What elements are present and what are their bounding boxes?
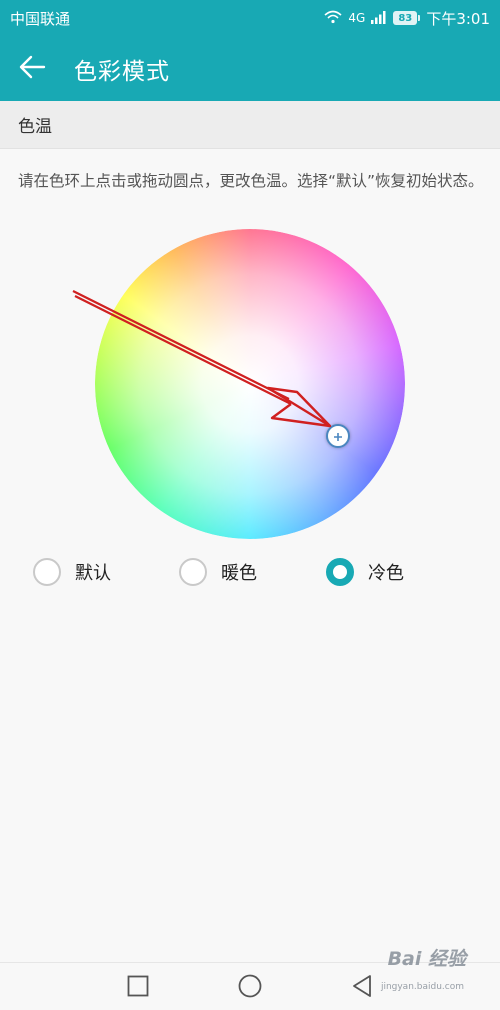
option-warm[interactable]: 暖色 <box>179 552 257 592</box>
color-temperature-handle[interactable] <box>326 424 350 448</box>
recents-button[interactable] <box>126 975 150 1001</box>
battery-level: 83 <box>393 11 418 25</box>
status-bar: 中国联通 4G 83 下午3:01 <box>0 0 500 36</box>
home-button[interactable] <box>238 974 262 1002</box>
triangle-back-icon <box>350 974 374 1002</box>
watermark-brand: Bai 经验 <box>387 948 466 970</box>
section-title: 色温 <box>18 117 52 137</box>
app-bar: 色彩模式 <box>0 36 500 101</box>
option-cool[interactable]: 冷色 <box>326 552 404 592</box>
arrow-left-icon <box>18 53 46 85</box>
section-header: 色温 <box>0 101 500 149</box>
option-label-warm: 暖色 <box>221 563 257 584</box>
back-button[interactable] <box>0 36 64 101</box>
radio-cool[interactable] <box>326 558 354 586</box>
watermark-url: jingyan.baidu.com <box>380 982 464 992</box>
battery-icon: 83 <box>393 11 421 25</box>
radio-default[interactable] <box>33 558 61 586</box>
status-icons: 4G 83 下午3:01 <box>324 8 490 29</box>
radio-warm[interactable] <box>179 558 207 586</box>
option-label-default: 默认 <box>75 563 111 584</box>
wifi-icon <box>324 10 342 26</box>
clock: 下午3:01 <box>426 9 490 28</box>
nav-back-button[interactable] <box>350 974 374 1002</box>
color-wheel-center <box>95 229 405 539</box>
network-type-label: 4G <box>348 11 366 25</box>
signal-icon <box>371 10 387 26</box>
carrier-label: 中国联通 <box>10 9 71 28</box>
description-text: 请在色环上点击或拖动圆点，更改色温。选择“默认”恢复初始状态。 <box>18 172 484 190</box>
page-title: 色彩模式 <box>74 58 170 85</box>
option-default[interactable]: 默认 <box>33 552 111 592</box>
square-icon <box>127 975 149 1001</box>
plus-icon <box>333 427 343 446</box>
option-label-cool: 冷色 <box>368 563 404 584</box>
color-wheel[interactable] <box>95 229 405 539</box>
color-temperature-options: 默认 暖色 冷色 <box>0 552 500 592</box>
circle-icon <box>238 974 262 1002</box>
